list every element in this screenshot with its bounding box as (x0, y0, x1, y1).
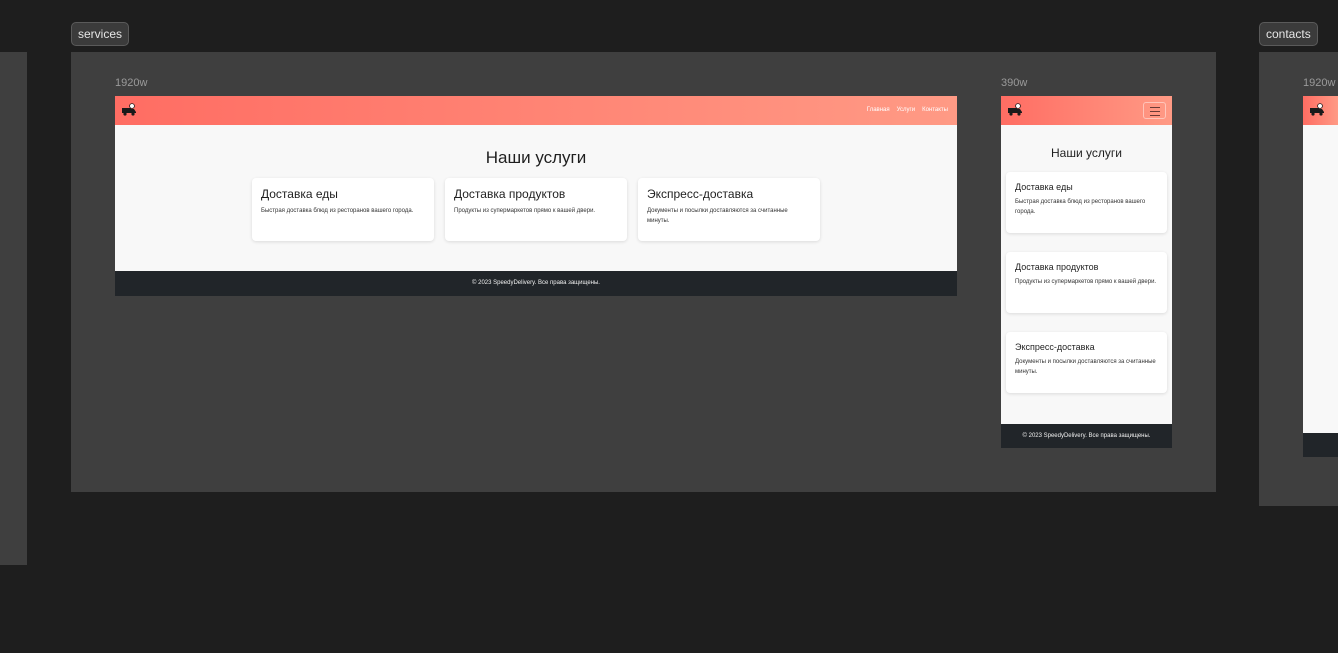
frame-width-label-mobile: 390w (1001, 77, 1028, 89)
service-card-express[interactable]: Экспресс-доставка Документы и посылки до… (1006, 332, 1167, 393)
services-cards: Доставка еды Быстрая доставка блюд из ре… (252, 178, 820, 241)
card-title: Доставка еды (1015, 182, 1073, 192)
navbar: Главная Услуги Контакты (115, 96, 957, 125)
card-text: Документы и посылки доставляются за счит… (647, 208, 788, 224)
frame-width-label-contacts: 1920w (1303, 77, 1336, 89)
footer (1303, 433, 1338, 457)
service-card-groceries[interactable]: Доставка продуктов Продукты из супермарк… (445, 178, 627, 241)
nav-link-home[interactable]: Главная (867, 106, 890, 114)
footer: © 2023 SpeedyDelivery. Все права защищен… (1001, 424, 1172, 448)
delivery-truck-icon[interactable] (1309, 103, 1325, 117)
delivery-truck-icon[interactable] (1007, 103, 1023, 117)
card-title: Доставка еды (261, 187, 338, 201)
card-title: Доставка продуктов (1015, 262, 1099, 272)
delivery-truck-icon[interactable] (121, 103, 137, 117)
card-text: Продукты из супермаркетов прямо к вашей … (1015, 279, 1157, 285)
mobile-frame[interactable]: Наши услуги Доставка еды Быстрая доставк… (1001, 96, 1172, 448)
card-text: Документы и посылки доставляются за счит… (1015, 359, 1156, 375)
service-card-food[interactable]: Доставка еды Быстрая доставка блюд из ре… (1006, 172, 1167, 233)
page-title: Наши услуги (485, 148, 587, 167)
service-card-express[interactable]: Экспресс-доставка Документы и посылки до… (638, 178, 820, 241)
service-card-food[interactable]: Доставка еды Быстрая доставка блюд из ре… (252, 178, 434, 241)
card-text: Продукты из супермаркетов прямо к вашей … (454, 208, 596, 214)
design-canvas: services contacts 1920w 390w 1920w Главн… (0, 0, 1338, 653)
card-text: Быстрая доставка блюд из ресторанов ваше… (1015, 199, 1146, 215)
board-label-services[interactable]: services (71, 22, 130, 46)
navbar (1303, 96, 1338, 125)
nav-link-contacts[interactable]: Контакты (922, 106, 948, 114)
card-title: Доставка продуктов (454, 187, 566, 201)
previous-board[interactable] (0, 52, 27, 565)
footer: © 2023 SpeedyDelivery. Все права защищен… (115, 271, 957, 296)
nav-link-services[interactable]: Услуги (897, 106, 915, 114)
card-title: Экспресс-доставка (1015, 342, 1095, 352)
hamburger-menu-icon[interactable] (1143, 102, 1166, 119)
board-label-contacts[interactable]: contacts (1259, 22, 1318, 46)
card-title: Экспресс-доставка (647, 187, 754, 201)
frame-width-label-desktop: 1920w (115, 77, 148, 89)
desktop-frame[interactable]: Главная Услуги Контакты Наши услуги Дост… (115, 96, 957, 296)
card-text: Быстрая доставка блюд из ресторанов ваше… (261, 208, 414, 214)
navbar (1001, 96, 1172, 125)
contacts-frame[interactable] (1303, 96, 1338, 457)
page-title: Наши услуги (1051, 146, 1122, 160)
nav-links: Главная Услуги Контакты (867, 106, 948, 114)
service-card-groceries[interactable]: Доставка продуктов Продукты из супермарк… (1006, 252, 1167, 313)
